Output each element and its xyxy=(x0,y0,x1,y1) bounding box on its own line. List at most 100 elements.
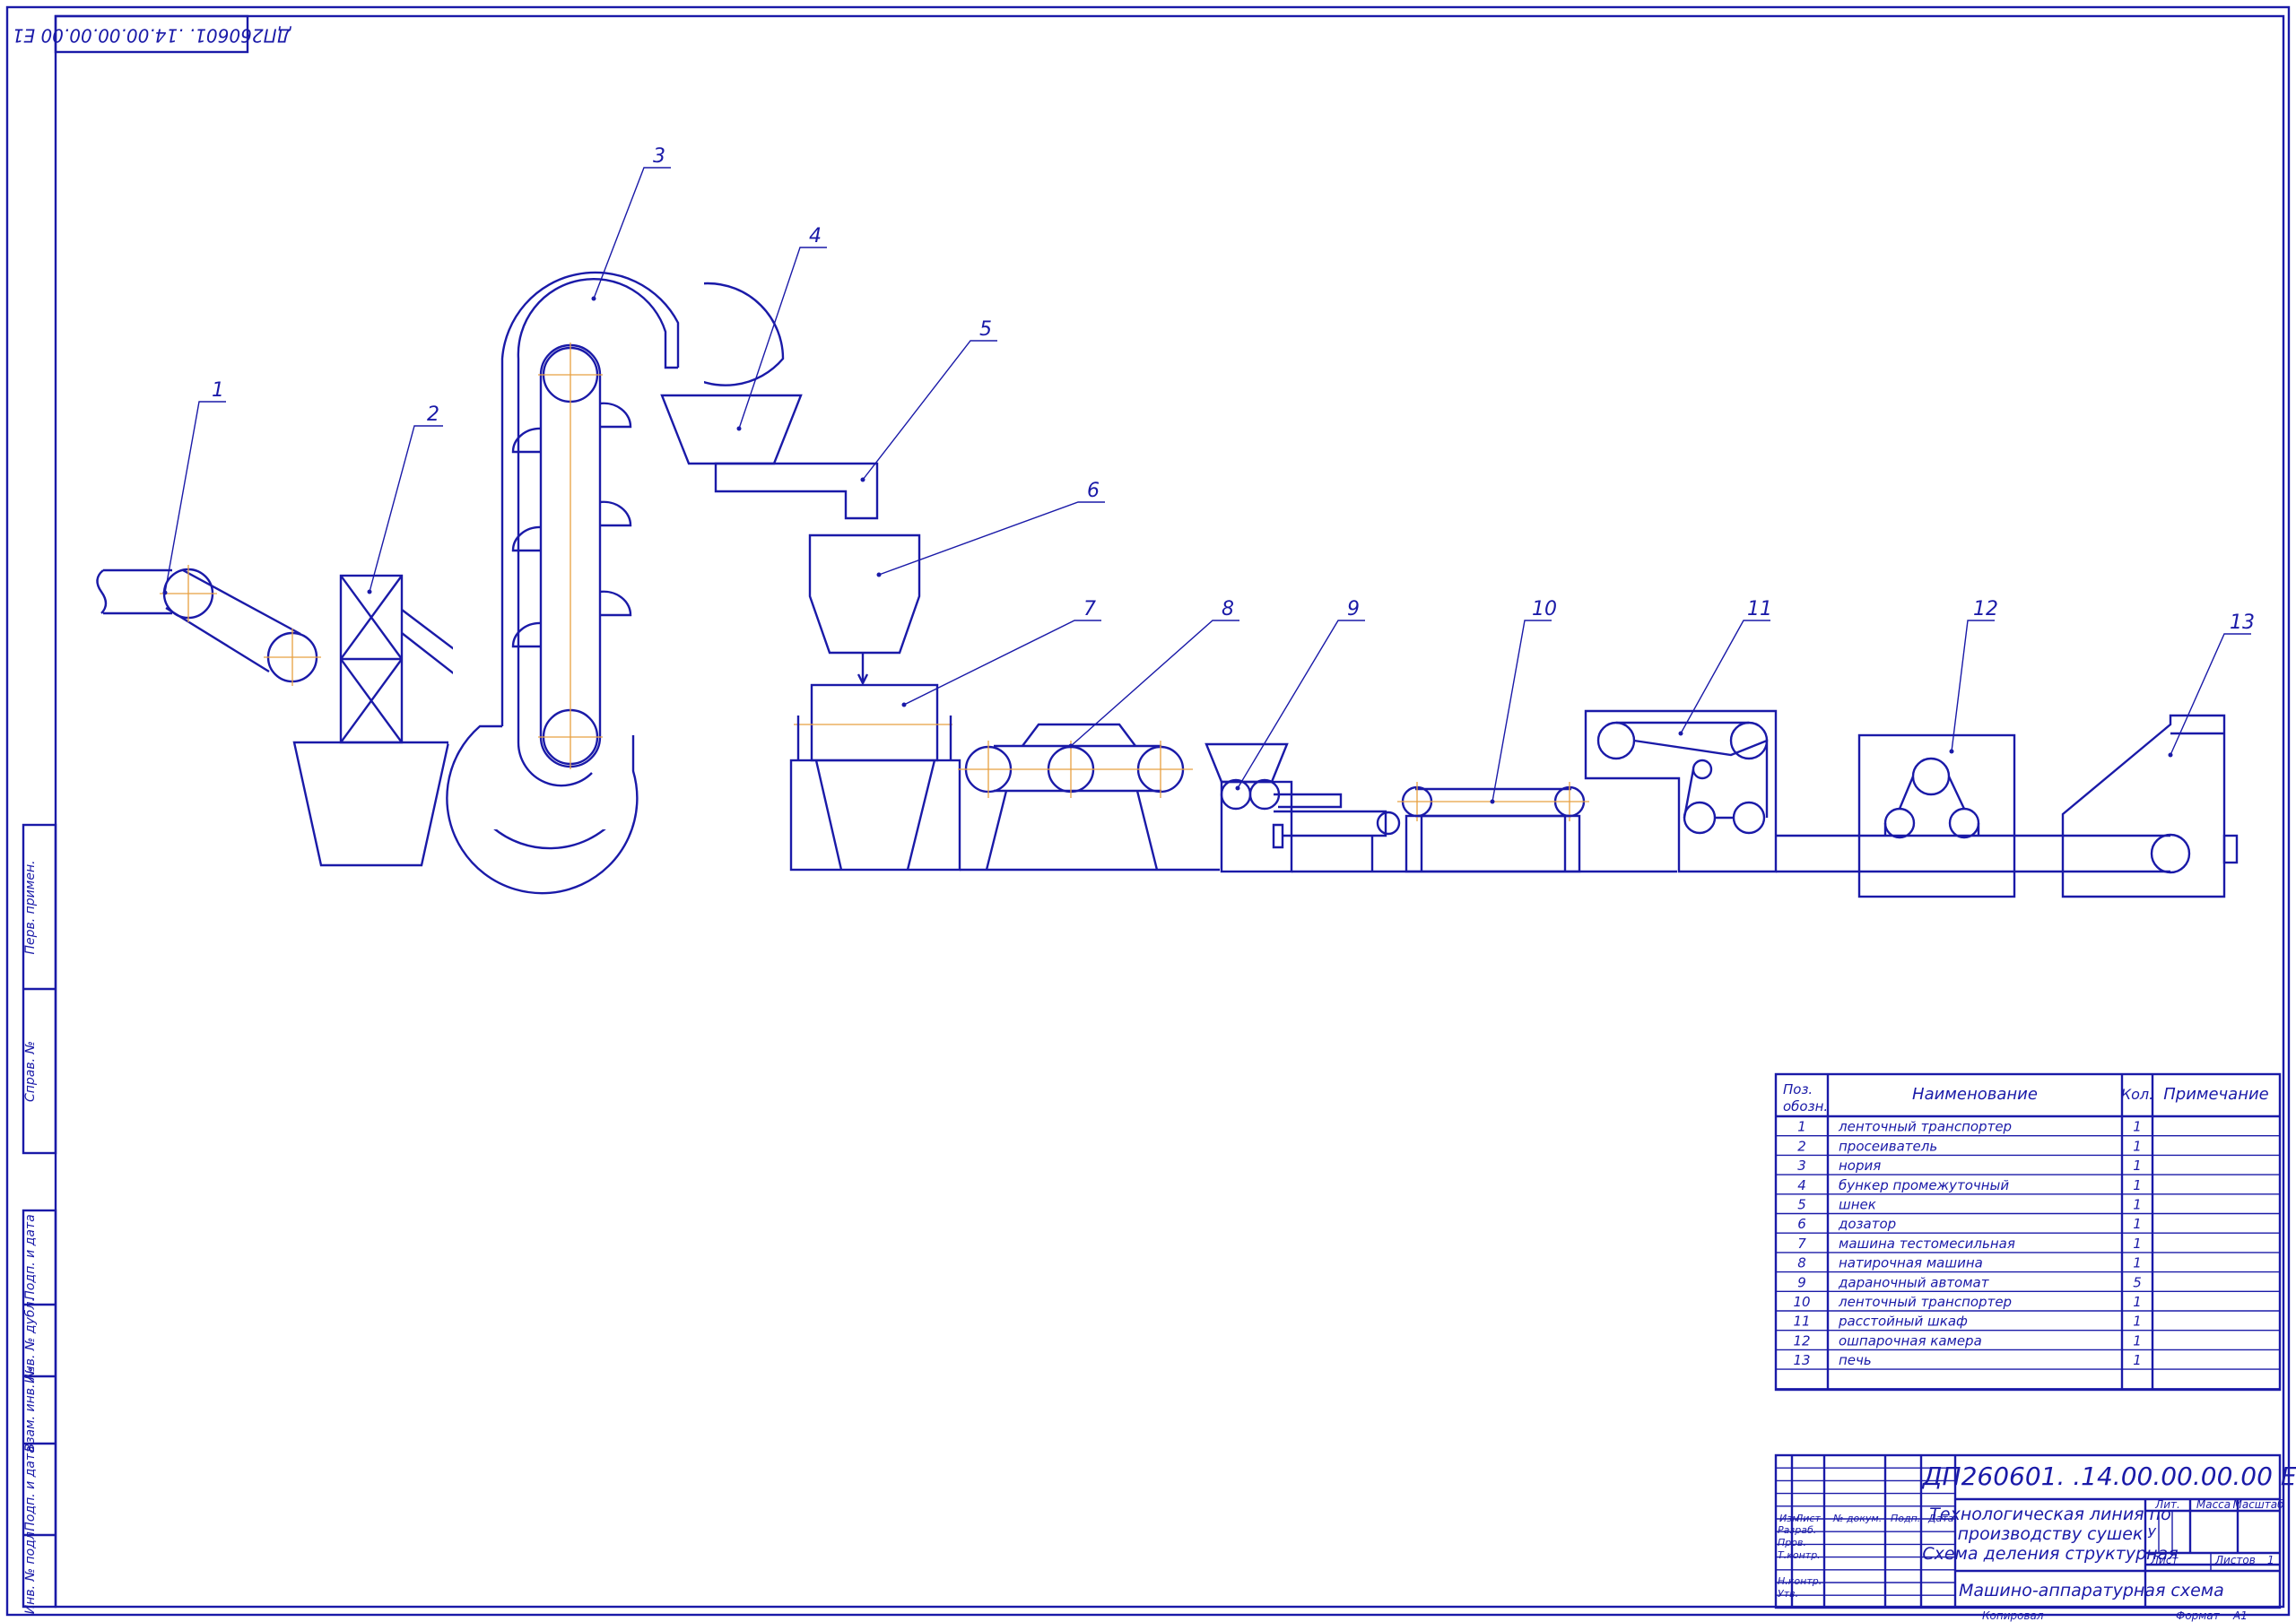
rubbing-machine-8 xyxy=(958,723,1220,872)
leader-label: 11 xyxy=(1747,598,1772,620)
spec-header-name: Наименование xyxy=(1912,1085,2038,1104)
corner-stamp-text: ДП260601. .14.00.00.00.00 Е1 xyxy=(13,25,291,47)
spec-cell-name: машина тестомесильная xyxy=(1839,1236,2015,1252)
side-stamp-label: Подп. и дата xyxy=(23,1445,38,1531)
elevator-casing xyxy=(446,247,704,895)
spec-header-pos: Поз. xyxy=(1783,1081,1813,1097)
spec-cell-qty: 1 xyxy=(2133,1352,2142,1368)
leader-label: 9 xyxy=(1347,598,1360,620)
spec-cell-name: нория xyxy=(1839,1158,1881,1174)
spec-cell-name: шнек xyxy=(1839,1197,1876,1213)
spec-cell-qty: 1 xyxy=(2133,1119,2142,1135)
spec-cell-pos: 12 xyxy=(1793,1332,1810,1349)
title-block-col: Лист xyxy=(1795,1513,1821,1524)
spec-cell-qty: 1 xyxy=(2133,1197,2142,1213)
leader-label: 4 xyxy=(809,225,822,247)
leader-label: 6 xyxy=(1087,480,1100,502)
title-block-stage: У xyxy=(2147,1525,2156,1541)
spec-cell-pos: 11 xyxy=(1793,1314,1810,1330)
spec-cell-pos: 2 xyxy=(1797,1138,1806,1154)
title-block-lit: Лит. xyxy=(2154,1498,2180,1511)
oven-13 xyxy=(2061,714,2239,898)
title-block-line: Технологическая линия по xyxy=(1929,1505,2170,1524)
doser-6 xyxy=(808,533,921,686)
screw-conveyor-5 xyxy=(714,462,879,520)
spec-cell-name: бункер промежуточный xyxy=(1839,1177,2009,1193)
belt-conveyor-1 xyxy=(96,565,321,686)
format-label: Формат xyxy=(2176,1609,2221,1622)
leader-label: 10 xyxy=(1532,598,1557,620)
spec-cell-name: просеиватель xyxy=(1839,1138,1937,1154)
title-block-line: производству сушек xyxy=(1958,1524,2144,1544)
spec-cell-name: печь xyxy=(1839,1352,1872,1368)
corner-stamp: ДП260601. .14.00.00.00.00 Е1 xyxy=(13,14,291,54)
spec-cell-qty: 1 xyxy=(2133,1158,2142,1174)
spec-cell-pos: 10 xyxy=(1793,1294,1810,1310)
belt-conveyor-10 xyxy=(1292,782,1677,873)
spec-header-pos: обозн. xyxy=(1783,1098,1828,1115)
title-block-mass: Масса xyxy=(2196,1498,2231,1511)
title-block-role: Пров. xyxy=(1778,1537,1806,1548)
spec-cell-pos: 7 xyxy=(1797,1236,1806,1252)
side-stamp-label: Взам. инв. № xyxy=(23,1366,38,1452)
drawing-frame xyxy=(5,5,2291,1617)
leader-label: 13 xyxy=(2230,612,2255,634)
proofing-cabinet-11 xyxy=(1584,709,1859,873)
scalding-chamber-12 xyxy=(1857,733,2063,898)
spec-cell-pos: 9 xyxy=(1797,1274,1806,1290)
spec-cell-name: дозатор xyxy=(1838,1216,1896,1232)
title-block-subtitle: Машино-аппаратурная схема xyxy=(1959,1581,2224,1600)
format-value: А1 xyxy=(2232,1609,2248,1622)
spec-cell-pos: 4 xyxy=(1797,1177,1806,1193)
spec-cell-qty: 1 xyxy=(2133,1236,2142,1252)
spec-cell-name: ошпарочная камера xyxy=(1839,1332,1982,1349)
title-block-role: Утв. xyxy=(1778,1588,1798,1600)
title-block-sheets: Листов xyxy=(2214,1554,2256,1566)
title-block-line: Схема деления структурная xyxy=(1922,1544,2178,1564)
spec-cell-name: натирочная машина xyxy=(1839,1255,1983,1271)
spec-cell-pos: 13 xyxy=(1793,1352,1810,1368)
leader-label: 3 xyxy=(653,145,665,168)
side-stamp-label: Инв. № подл. xyxy=(23,1528,38,1615)
title-block-col: № докум. xyxy=(1832,1513,1882,1524)
spec-cell-name: ленточный транспортер xyxy=(1838,1294,2012,1310)
spec-cell-pos: 5 xyxy=(1797,1197,1806,1213)
spec-cell-name: расстойный шкаф xyxy=(1838,1314,1968,1330)
leader-label: 7 xyxy=(1083,598,1096,620)
spec-cell-pos: 8 xyxy=(1797,1255,1806,1271)
spec-header-qty: Кол. xyxy=(2121,1086,2153,1103)
leader-label: 12 xyxy=(1973,598,1998,620)
copied-label: Копировал xyxy=(1982,1609,2044,1622)
title-block-col: Подп. xyxy=(1891,1513,1920,1524)
kneading-machine-7 xyxy=(789,683,961,872)
spec-cell-qty: 1 xyxy=(2133,1294,2142,1310)
side-stamp-label: Подп. и дата xyxy=(23,1214,38,1299)
side-stamp-label: Справ. № xyxy=(23,1041,38,1102)
technological-line-drawing: ДП260601. .14.00.00.00.00 Е1 Перв. приме… xyxy=(5,5,2296,1622)
title-block-sheet: Лист xyxy=(2150,1554,2179,1566)
leader-label: 5 xyxy=(979,318,992,341)
title-block-code: ДП260601. .14.00.00.00.00 Е1 xyxy=(1921,1462,2296,1491)
title-block-role: Разраб. xyxy=(1778,1524,1816,1536)
spec-table: Поз. обозн. Наименование Кол. Примечание… xyxy=(1774,1072,2282,1392)
spec-cell-qty: 1 xyxy=(2133,1177,2142,1193)
title-block-role: Н.контр. xyxy=(1778,1575,1822,1587)
spec-cell-qty: 1 xyxy=(2133,1255,2142,1271)
spec-cell-pos: 3 xyxy=(1797,1158,1806,1174)
spec-cell-qty: 1 xyxy=(2133,1216,2142,1232)
forming-automat-9 xyxy=(1205,742,1401,873)
title-block: ИзмЛист № докум. Подп. ДатаРазраб.Пров.Т.ко… xyxy=(1774,1453,2296,1622)
title-block-role: Т.контр. xyxy=(1778,1549,1821,1561)
sifter-2 xyxy=(292,574,476,867)
title-block-sheets-value: 1 xyxy=(2267,1554,2274,1566)
leader-label: 8 xyxy=(1222,598,1234,620)
spec-cell-pos: 1 xyxy=(1797,1119,1806,1135)
side-stamp-label: Перв. примен. xyxy=(23,860,38,954)
spec-cell-qty: 1 xyxy=(2133,1314,2142,1330)
spec-cell-name: ленточный транспортер xyxy=(1838,1119,2012,1135)
spec-cell-name: дараночный автомат xyxy=(1838,1274,1990,1290)
leader-label: 1 xyxy=(212,379,224,402)
spec-cell-pos: 6 xyxy=(1797,1216,1806,1232)
leader-label: 2 xyxy=(427,403,439,426)
spec-cell-qty: 1 xyxy=(2133,1332,2142,1349)
